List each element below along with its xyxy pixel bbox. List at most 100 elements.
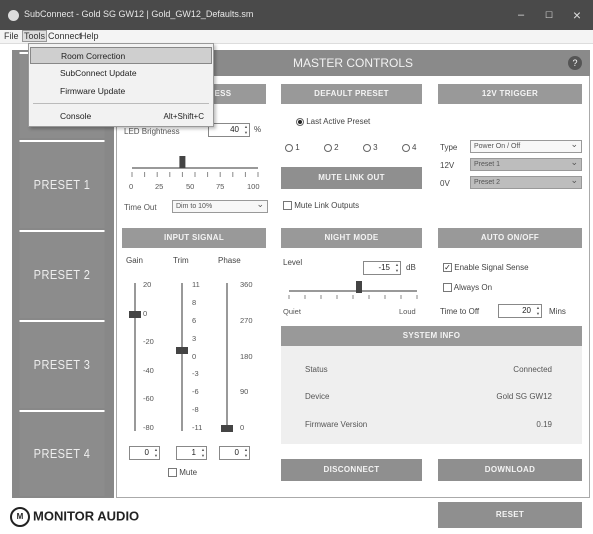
input-signal-header: INPUT SIGNAL [122, 228, 266, 248]
menu-item-room-correction[interactable]: Room Correction [30, 47, 212, 64]
trim-ticks-label: -11 [192, 423, 203, 432]
window-title: SubConnect - Gold SG GW12 | Gold_GW12_De… [24, 9, 254, 19]
night-level-slider[interactable] [283, 278, 423, 304]
gain-ticks-label: -80 [143, 423, 154, 432]
phase-ticks-label: 0 [240, 423, 245, 432]
trim-track [181, 283, 183, 431]
page-title: MASTER CONTROLS [292, 56, 413, 70]
led-tick-0: 0 [129, 182, 134, 191]
time-to-off-spinner[interactable]: 20 [498, 304, 542, 318]
last-active-radio[interactable] [296, 117, 304, 126]
trigger-12v-label: 12V [440, 161, 455, 170]
enable-signal-sense-label: Enable Signal Sense [454, 263, 529, 272]
help-icon[interactable]: ? [568, 56, 582, 70]
menu-item-firmware-update[interactable]: Firmware Update [30, 83, 212, 100]
mute-link-checkbox[interactable] [283, 201, 292, 211]
menu-item-console[interactable]: Console Alt+Shift+C [30, 108, 212, 125]
minimize-button[interactable]: – [510, 6, 532, 24]
console-shortcut: Alt+Shift+C [163, 112, 204, 121]
firmware-value: 0.19 [536, 420, 552, 429]
night-level-label: Level [283, 258, 303, 267]
led-tick-50: 50 [186, 182, 195, 191]
download-button[interactable]: DOWNLOAD [438, 459, 582, 481]
gain-ticks-label: 20 [143, 280, 152, 289]
disconnect-button[interactable]: DISCONNECT [281, 459, 422, 481]
preset-option-2[interactable]: 2 [323, 143, 339, 152]
gain-ticks-label: -60 [143, 394, 154, 404]
tab-preset-1[interactable]: PRESET 1 [19, 140, 105, 228]
preset-option-3[interactable]: 3 [362, 143, 378, 152]
led-brightness-unit: % [254, 125, 262, 134]
timeout-label: Time Out [124, 203, 157, 212]
timeout-select[interactable]: Dim to 10% [172, 199, 268, 213]
mute-link-label: Mute Link Outputs [294, 201, 360, 210]
phase-slider-thumb[interactable] [221, 425, 233, 432]
led-brightness-spinner[interactable]: 40 [208, 123, 250, 137]
trim-ticks-label: -8 [192, 405, 199, 415]
device-label: Device [305, 392, 330, 401]
trim-ticks-label: 6 [192, 315, 197, 325]
trigger-header: 12V TRIGGER [438, 84, 582, 104]
phase-spinner[interactable]: 0 [219, 446, 250, 460]
mute-checkbox[interactable] [168, 468, 177, 478]
app-icon [8, 10, 19, 21]
trigger-0v-label: 0V [440, 179, 450, 188]
phase-ticks-label: 270 [240, 315, 253, 325]
tab-preset-2[interactable]: PRESET 2 [19, 230, 105, 318]
logo-mark-icon: M [10, 507, 30, 527]
trim-spinner[interactable]: 1 [176, 446, 207, 460]
trim-slider-thumb[interactable] [176, 347, 188, 354]
night-level-unit: dB [406, 263, 416, 272]
led-brightness-slider[interactable] [124, 150, 268, 186]
trigger-type-label: Type [440, 143, 458, 152]
enable-signal-sense-checkbox[interactable]: ✓ [443, 263, 452, 273]
night-mode-header: NIGHT MODE [281, 228, 422, 248]
last-active-preset-option[interactable]: Last Active Preset [296, 117, 370, 126]
preset-option-1[interactable]: 1 [285, 143, 300, 152]
trigger-type-select[interactable]: Power On / Off [470, 139, 582, 153]
always-on-label: Always On [453, 283, 493, 292]
gain-slider-thumb[interactable] [129, 310, 141, 318]
status-value: Connected [513, 365, 552, 374]
menu-connect[interactable]: Connect [48, 31, 82, 41]
time-to-off-label: Time to Off [440, 307, 480, 316]
phase-ticks-label: 180 [240, 351, 253, 361]
menu-file[interactable]: File [4, 31, 19, 41]
night-level-spinner[interactable]: -15 [363, 261, 401, 275]
always-on-checkbox[interactable] [443, 283, 452, 293]
phase-track [226, 283, 228, 431]
auto-onoff-header: AUTO ON/OFF [438, 228, 582, 248]
firmware-label: Firmware Version [305, 420, 368, 429]
tab-preset-3[interactable]: PRESET 3 [19, 320, 105, 408]
tab-preset-2-label: PRESET 2 [33, 267, 91, 282]
maximize-button[interactable]: ☐ [538, 6, 560, 24]
default-preset-header: DEFAULT PRESET [281, 84, 422, 104]
status-label: Status [305, 365, 328, 374]
close-button[interactable]: × [566, 6, 588, 24]
mute-link-outputs-option[interactable]: Mute Link Outputs [283, 201, 360, 211]
phase-label: Phase [218, 256, 241, 265]
mute-option[interactable]: Mute [168, 468, 197, 478]
tab-preset-3-label: PRESET 3 [33, 357, 91, 372]
trigger-0v-select[interactable]: Preset 2 [470, 175, 582, 189]
always-on-option[interactable]: Always On [443, 283, 493, 293]
trigger-12v-select[interactable]: Preset 1 [470, 157, 582, 171]
mute-link-out-button[interactable]: MUTE LINK OUT [281, 167, 422, 189]
system-info-header: SYSTEM INFO [281, 326, 582, 346]
trim-label: Trim [173, 256, 189, 265]
night-quiet-label: Quiet [283, 307, 301, 316]
gain-spinner[interactable]: 0 [129, 446, 160, 460]
menu-item-subconnect-update[interactable]: SubConnect Update [30, 65, 212, 82]
trim-ticks-label: -6 [192, 387, 199, 397]
menu-item-console-label: Console [60, 111, 92, 121]
menu-tools[interactable]: Tools [22, 30, 48, 42]
preset-radio-group: 1 2 3 4 [285, 143, 416, 152]
tab-preset-4[interactable]: PRESET 4 [19, 410, 105, 496]
preset-option-4[interactable]: 4 [401, 143, 416, 152]
last-active-label: Last Active Preset [306, 117, 371, 126]
menu-help[interactable]: Help [80, 31, 99, 41]
enable-signal-sense-option[interactable]: ✓ Enable Signal Sense [443, 263, 529, 273]
reset-button[interactable]: RESET [438, 502, 582, 528]
tab-preset-4-label: PRESET 4 [33, 446, 91, 461]
menu-bar: File Tools Connect Help [0, 30, 593, 44]
